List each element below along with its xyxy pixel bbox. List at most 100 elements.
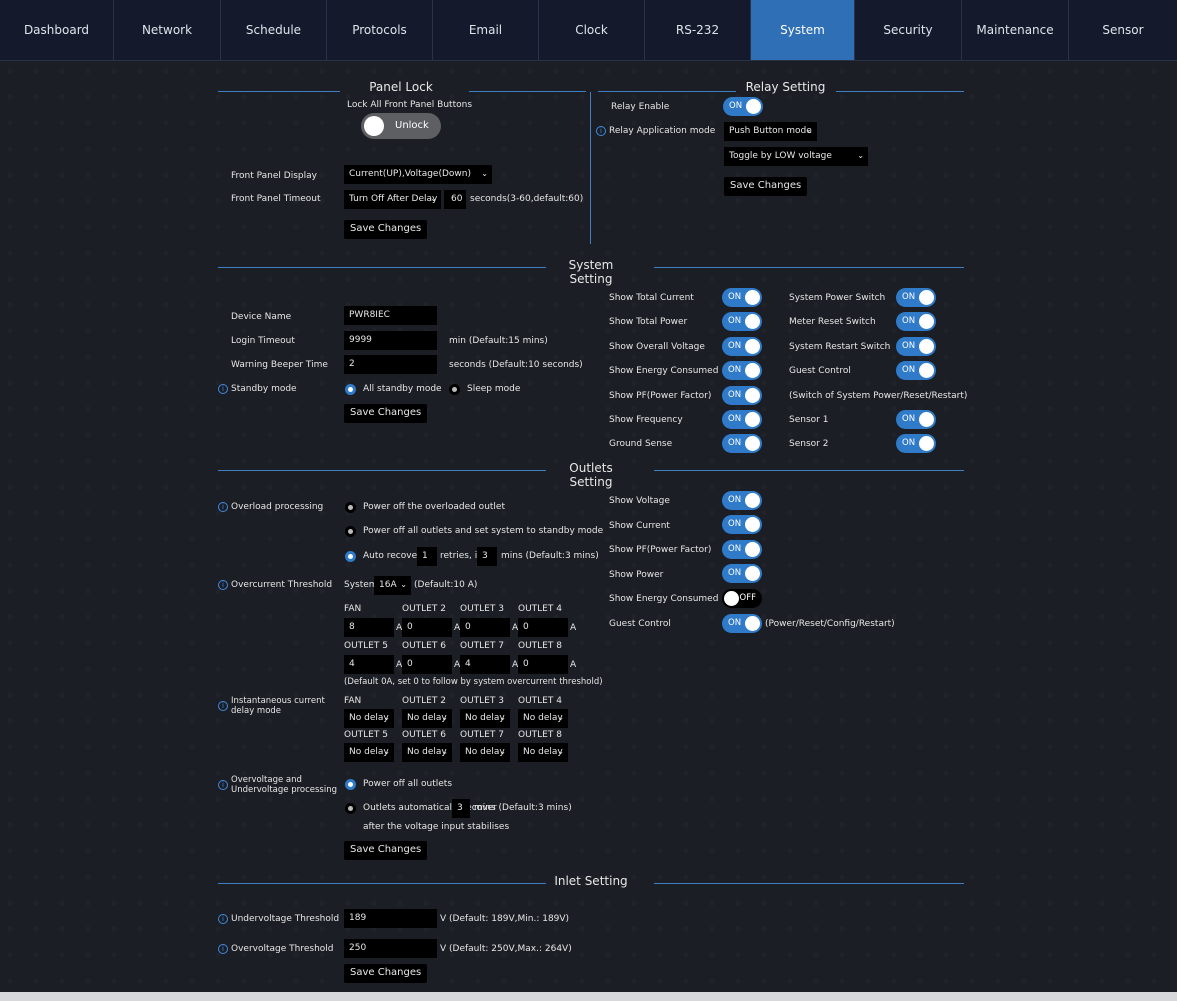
beeper-label: Warning Beeper Time xyxy=(231,360,328,370)
standby-sleep-radio[interactable] xyxy=(449,384,460,395)
info-icon[interactable]: i xyxy=(218,384,228,394)
relay-mode-select[interactable]: Push Button mode ⌄ xyxy=(724,122,817,141)
show-current-toggle[interactable]: ON xyxy=(722,515,762,534)
delay-select[interactable]: No delay ⌄ xyxy=(460,743,510,762)
tab-clock[interactable]: Clock xyxy=(539,0,645,60)
outlet-current-input[interactable]: 0 xyxy=(518,618,568,637)
system-restart-switch-toggle[interactable]: ON xyxy=(896,337,936,356)
login-timeout-input[interactable]: 9999 xyxy=(344,331,437,350)
tab-schedule[interactable]: Schedule xyxy=(221,0,327,60)
show-frequency-toggle[interactable]: ON xyxy=(722,410,762,429)
timeout-seconds-input[interactable]: 60 xyxy=(444,190,466,209)
front-panel-timeout-select[interactable]: Turn Off After Delay ⌄ xyxy=(344,190,441,209)
relay-mode-label: Relay Application mode xyxy=(609,126,716,136)
chevron-down-icon: ⌄ xyxy=(400,580,407,589)
tab-security[interactable]: Security xyxy=(855,0,962,60)
info-icon[interactable]: i xyxy=(218,502,228,512)
chevron-down-icon: ⌄ xyxy=(383,747,390,756)
panel-lock-toggle[interactable]: Unlock xyxy=(361,113,441,139)
relay-trigger-select[interactable]: Toggle by LOW voltage ⌄ xyxy=(724,147,868,166)
overcurrent-select[interactable]: 16A ⌄ xyxy=(374,576,411,595)
outlet-current-input[interactable]: 0 xyxy=(518,655,568,674)
chevron-down-icon: ⌄ xyxy=(481,169,488,178)
delay-select[interactable]: No delay ⌄ xyxy=(518,743,568,762)
overload-opt2-radio[interactable] xyxy=(345,526,356,537)
tab-protocols[interactable]: Protocols xyxy=(327,0,433,60)
info-icon[interactable]: i xyxy=(218,580,228,590)
relay-enable-toggle[interactable]: ON xyxy=(723,97,763,116)
overload-opt3-radio[interactable] xyxy=(345,551,356,562)
sensor1-toggle[interactable]: ON xyxy=(896,410,936,429)
delay-select[interactable]: No delay ⌄ xyxy=(460,709,510,728)
show-overall-voltage-toggle[interactable]: ON xyxy=(722,337,762,356)
ovuv-opt1-radio[interactable] xyxy=(345,779,356,790)
tab-maintenance[interactable]: Maintenance xyxy=(962,0,1069,60)
show-overall-voltage-label: Show Overall Voltage xyxy=(609,342,705,352)
info-icon[interactable]: i xyxy=(218,914,228,924)
tab-sensor[interactable]: Sensor xyxy=(1069,0,1177,60)
front-panel-timeout-mode: Turn Off After Delay xyxy=(349,194,438,204)
overload-mins-input[interactable]: 3 xyxy=(477,547,497,566)
show-voltage-toggle[interactable]: ON xyxy=(722,491,762,510)
overvoltage-input[interactable]: 250 xyxy=(344,939,437,958)
show-pf-outlet-toggle[interactable]: ON xyxy=(722,540,762,559)
system-save-button[interactable]: Save Changes xyxy=(344,404,428,423)
delay-select[interactable]: No delay ⌄ xyxy=(402,709,452,728)
info-icon[interactable]: i xyxy=(218,701,228,711)
tab-dashboard[interactable]: Dashboard xyxy=(0,0,114,60)
guest-control-toggle[interactable]: ON xyxy=(896,361,936,380)
outlet-current-input[interactable]: 4 xyxy=(460,655,510,674)
info-icon[interactable]: i xyxy=(218,944,228,954)
tab-rs232[interactable]: RS-232 xyxy=(645,0,751,60)
outlet-current-input[interactable]: 8 xyxy=(344,618,394,637)
show-energy-outlet-label: Show Energy Consumed xyxy=(609,594,719,604)
ovuv-opt2-radio[interactable] xyxy=(345,803,356,814)
chevron-down-icon: ⌄ xyxy=(557,713,564,722)
show-total-power-toggle[interactable]: ON xyxy=(722,312,762,331)
delay-select[interactable]: No delay ⌄ xyxy=(344,709,394,728)
sensor1-label: Sensor 1 xyxy=(789,415,829,425)
toggle-state: ON xyxy=(728,438,742,448)
delay-select[interactable]: No delay ⌄ xyxy=(344,743,394,762)
meter-reset-switch-toggle[interactable]: ON xyxy=(896,312,936,331)
show-energy-outlet-toggle[interactable]: OFF xyxy=(722,589,762,608)
show-energy-consumed-toggle[interactable]: ON xyxy=(722,361,762,380)
overload-retries-input[interactable]: 1 xyxy=(417,547,437,566)
outlets-save-button[interactable]: Save Changes xyxy=(344,841,428,860)
delay-select[interactable]: No delay ⌄ xyxy=(518,709,568,728)
panel-lock-save-button[interactable]: Save Changes xyxy=(344,220,428,239)
delay-select[interactable]: No delay ⌄ xyxy=(402,743,452,762)
sensor2-toggle[interactable]: ON xyxy=(896,434,936,453)
tab-system[interactable]: System xyxy=(751,0,855,60)
tab-email[interactable]: Email xyxy=(433,0,539,60)
info-icon[interactable]: i xyxy=(218,780,228,790)
toggle-state: ON xyxy=(728,568,742,578)
toggle-state: ON xyxy=(728,618,742,628)
guest-control-outlet-toggle[interactable]: ON xyxy=(722,614,762,633)
overload-opt1-radio[interactable] xyxy=(345,502,356,513)
undervoltage-input[interactable]: 189 xyxy=(344,909,437,928)
outlet-current-input[interactable]: 0 xyxy=(402,655,452,674)
front-panel-display-select[interactable]: Current(UP),Voltage(Down) ⌄ xyxy=(344,165,492,184)
relay-save-button[interactable]: Save Changes xyxy=(724,177,808,196)
overload-opt1-label: Power off the overloaded outlet xyxy=(363,502,505,512)
outlet-current-input[interactable]: 4 xyxy=(344,655,394,674)
show-pf-toggle[interactable]: ON xyxy=(722,386,762,405)
outlet-current-input[interactable]: 0 xyxy=(402,618,452,637)
device-name-input[interactable]: PWR8IEC xyxy=(344,306,437,325)
beeper-input[interactable]: 2 xyxy=(344,355,437,374)
ground-sense-toggle[interactable]: ON xyxy=(722,434,762,453)
standby-all-radio[interactable] xyxy=(345,384,356,395)
toggle-state: ON xyxy=(729,101,743,111)
show-power-toggle[interactable]: ON xyxy=(722,564,762,583)
outlet-current-input[interactable]: 0 xyxy=(460,618,510,637)
ovuv-mins-input[interactable]: 3 xyxy=(452,799,470,818)
show-total-current-toggle[interactable]: ON xyxy=(722,288,762,307)
system-power-switch-toggle[interactable]: ON xyxy=(896,288,936,307)
relay-setting-title: Relay Setting xyxy=(745,80,826,94)
show-energy-consumed-label: Show Energy Consumed xyxy=(609,366,719,376)
inlet-save-button[interactable]: Save Changes xyxy=(344,964,428,983)
info-icon[interactable]: i xyxy=(596,126,606,136)
tab-network[interactable]: Network xyxy=(114,0,221,60)
ground-sense-label: Ground Sense xyxy=(609,439,673,449)
